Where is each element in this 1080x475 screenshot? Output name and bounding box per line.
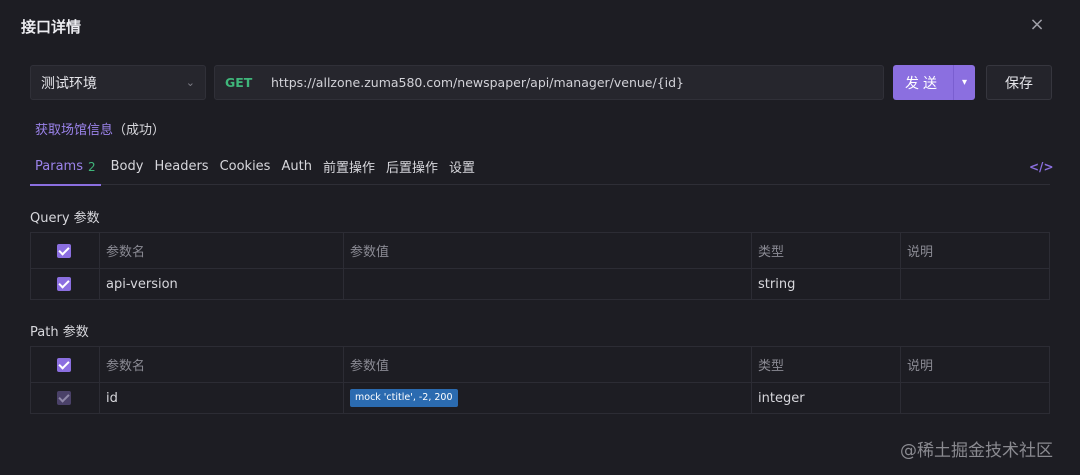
mock-tag[interactable]: mock 'ctitle', -2, 200 [350, 389, 458, 407]
tab-params[interactable]: Params 2 [30, 149, 101, 186]
param-name[interactable]: api-version [99, 268, 344, 300]
send-button[interactable]: 发送 ▾ [893, 65, 975, 100]
request-tabs: Params 2 Body Headers Cookies Auth 前置操作 … [30, 149, 1050, 186]
header-name: 参数名 [99, 346, 344, 383]
header-name: 参数名 [99, 232, 344, 269]
row-check-cell [30, 268, 100, 300]
row-checkbox [57, 391, 71, 405]
tab-params-badge: 2 [87, 159, 96, 174]
tab-params-label: Params [35, 159, 83, 174]
header-value: 参数值 [343, 232, 752, 269]
select-all-checkbox[interactable] [57, 357, 71, 372]
header-type: 类型 [751, 346, 901, 383]
close-icon[interactable]: × [1027, 15, 1047, 35]
param-name[interactable]: id [99, 382, 344, 414]
api-status: （成功） [113, 123, 166, 138]
tab-pre-ops[interactable]: 前置操作 [323, 149, 375, 185]
select-all-cell [30, 346, 100, 383]
url-input[interactable]: https://allzone.zuma580.com/newspaper/ap… [271, 75, 684, 90]
method-label[interactable]: GET [215, 75, 271, 90]
path-params-table: 参数名 参数值 类型 说明 id mock 'ctitle', -2, 200 … [30, 346, 1050, 414]
table-header-row: 参数名 参数值 类型 说明 [30, 232, 1050, 269]
param-value[interactable] [343, 268, 752, 300]
header-desc: 说明 [900, 346, 1050, 383]
header-desc: 说明 [900, 232, 1050, 269]
tab-settings[interactable]: 设置 [449, 149, 475, 185]
save-button[interactable]: 保存 [986, 65, 1052, 100]
code-icon[interactable]: </> [1029, 160, 1054, 174]
api-name: 获取场馆信息（成功） [35, 119, 165, 138]
tab-auth[interactable]: Auth [281, 149, 311, 185]
header-value: 参数值 [343, 346, 752, 383]
environment-value: 测试环境 [41, 75, 97, 92]
tab-cookies[interactable]: Cookies [220, 149, 271, 185]
chevron-down-icon: ⌄ [185, 76, 195, 89]
send-label[interactable]: 发送 [893, 65, 953, 100]
table-row: id mock 'ctitle', -2, 200 integer [30, 382, 1050, 414]
param-type[interactable]: string [751, 268, 901, 300]
table-header-row: 参数名 参数值 类型 说明 [30, 346, 1050, 383]
watermark: @稀土掘金技术社区 [900, 441, 1053, 461]
row-check-cell [30, 382, 100, 414]
table-row: api-version string [30, 268, 1050, 300]
query-params-title: Query 参数 [30, 211, 100, 226]
api-name-link[interactable]: 获取场馆信息 [35, 123, 113, 138]
param-value-cell[interactable]: mock 'ctitle', -2, 200 [343, 382, 752, 414]
param-type[interactable]: integer [751, 382, 901, 414]
url-bar[interactable]: GET https://allzone.zuma580.com/newspape… [214, 65, 884, 100]
query-params-table: 参数名 参数值 类型 说明 api-version string [30, 232, 1050, 300]
tab-body[interactable]: Body [111, 149, 144, 185]
row-checkbox[interactable] [57, 277, 71, 291]
send-dropdown-icon[interactable]: ▾ [953, 65, 975, 100]
param-desc[interactable] [900, 268, 1050, 300]
path-params-title: Path 参数 [30, 325, 89, 340]
select-all-checkbox[interactable] [57, 243, 71, 258]
param-desc[interactable] [900, 382, 1050, 414]
header-type: 类型 [751, 232, 901, 269]
environment-select[interactable]: 测试环境 ⌄ [30, 65, 206, 100]
tab-headers[interactable]: Headers [154, 149, 208, 185]
select-all-cell [30, 232, 100, 269]
tab-post-ops[interactable]: 后置操作 [386, 149, 438, 185]
dialog-title: 接口详情 [21, 18, 82, 36]
